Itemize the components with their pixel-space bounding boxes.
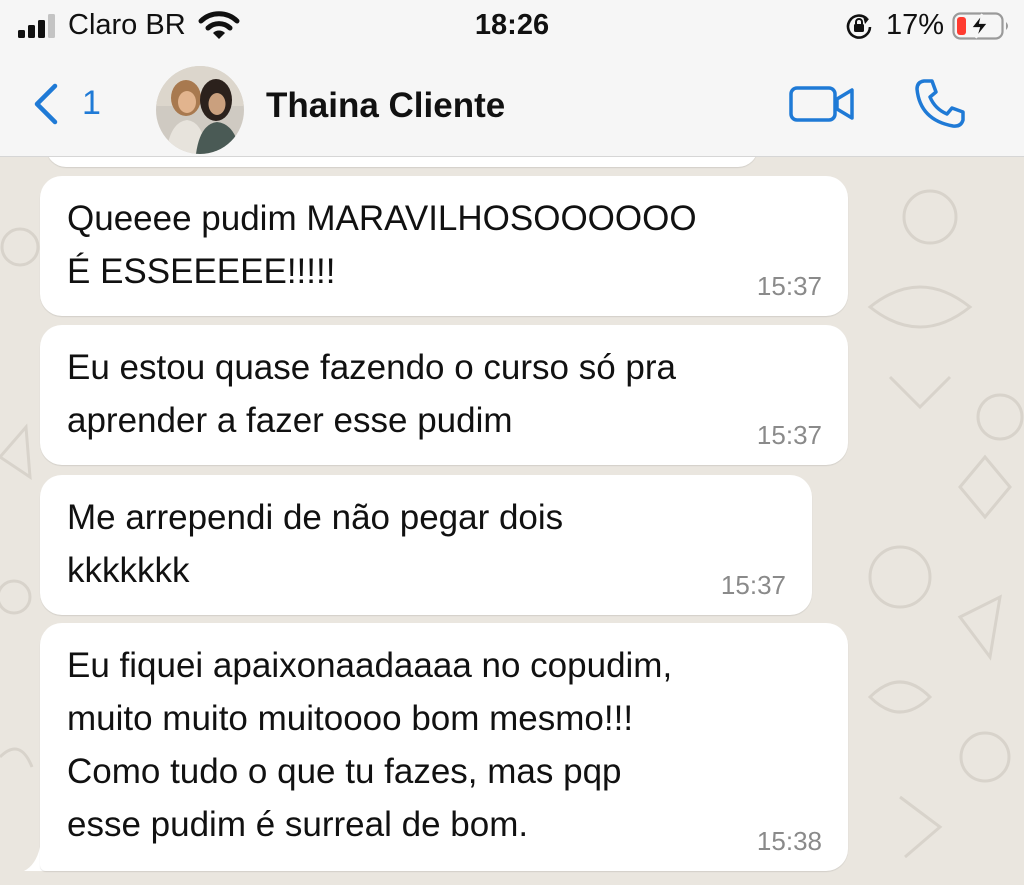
message-time: 15:37 xyxy=(720,570,786,600)
phone-call-icon[interactable] xyxy=(912,76,968,132)
message-list[interactable]: Queeee pudim MARAVILHOSOOOOOO É ESSEEEEE… xyxy=(0,157,1024,885)
message-bubble[interactable]: Me arrependi de não pegar dois kkkkkkk 1… xyxy=(40,475,812,615)
message-text: Eu fiquei apaixonaadaaaa no copudim, mui… xyxy=(67,646,673,844)
previous-message-bubble xyxy=(46,157,758,167)
orientation-lock-icon xyxy=(846,14,872,39)
message-time: 15:37 xyxy=(756,420,822,450)
back-chevron-icon[interactable] xyxy=(30,82,60,126)
avatar[interactable] xyxy=(156,66,244,154)
battery-low-charging-icon xyxy=(952,12,1008,40)
chat-header: 1 Thaina Cliente xyxy=(0,52,1024,157)
unread-count[interactable]: 1 xyxy=(82,84,101,123)
message-time: 15:37 xyxy=(756,271,822,301)
message-time: 15:38 xyxy=(756,826,822,856)
message-text: Me arrependi de não pegar dois kkkkkkk xyxy=(67,498,564,590)
contact-name[interactable]: Thaina Cliente xyxy=(266,86,505,126)
battery-percent: 17% xyxy=(886,9,945,41)
message-text: Queeee pudim MARAVILHOSOOOOOO É ESSEEEEE… xyxy=(67,199,697,291)
status-bar: Claro BR 18:26 17% xyxy=(0,0,1024,52)
message-bubble[interactable]: Eu fiquei apaixonaadaaaa no copudim, mui… xyxy=(40,623,848,871)
message-bubble[interactable]: Queeee pudim MARAVILHOSOOOOOO É ESSEEEEE… xyxy=(40,176,848,316)
video-call-icon[interactable] xyxy=(788,82,856,126)
message-text: Eu estou quase fazendo o curso só pra ap… xyxy=(67,348,677,440)
avatar-photo xyxy=(156,66,244,154)
message-bubble[interactable]: Eu estou quase fazendo o curso só pra ap… xyxy=(40,325,848,465)
